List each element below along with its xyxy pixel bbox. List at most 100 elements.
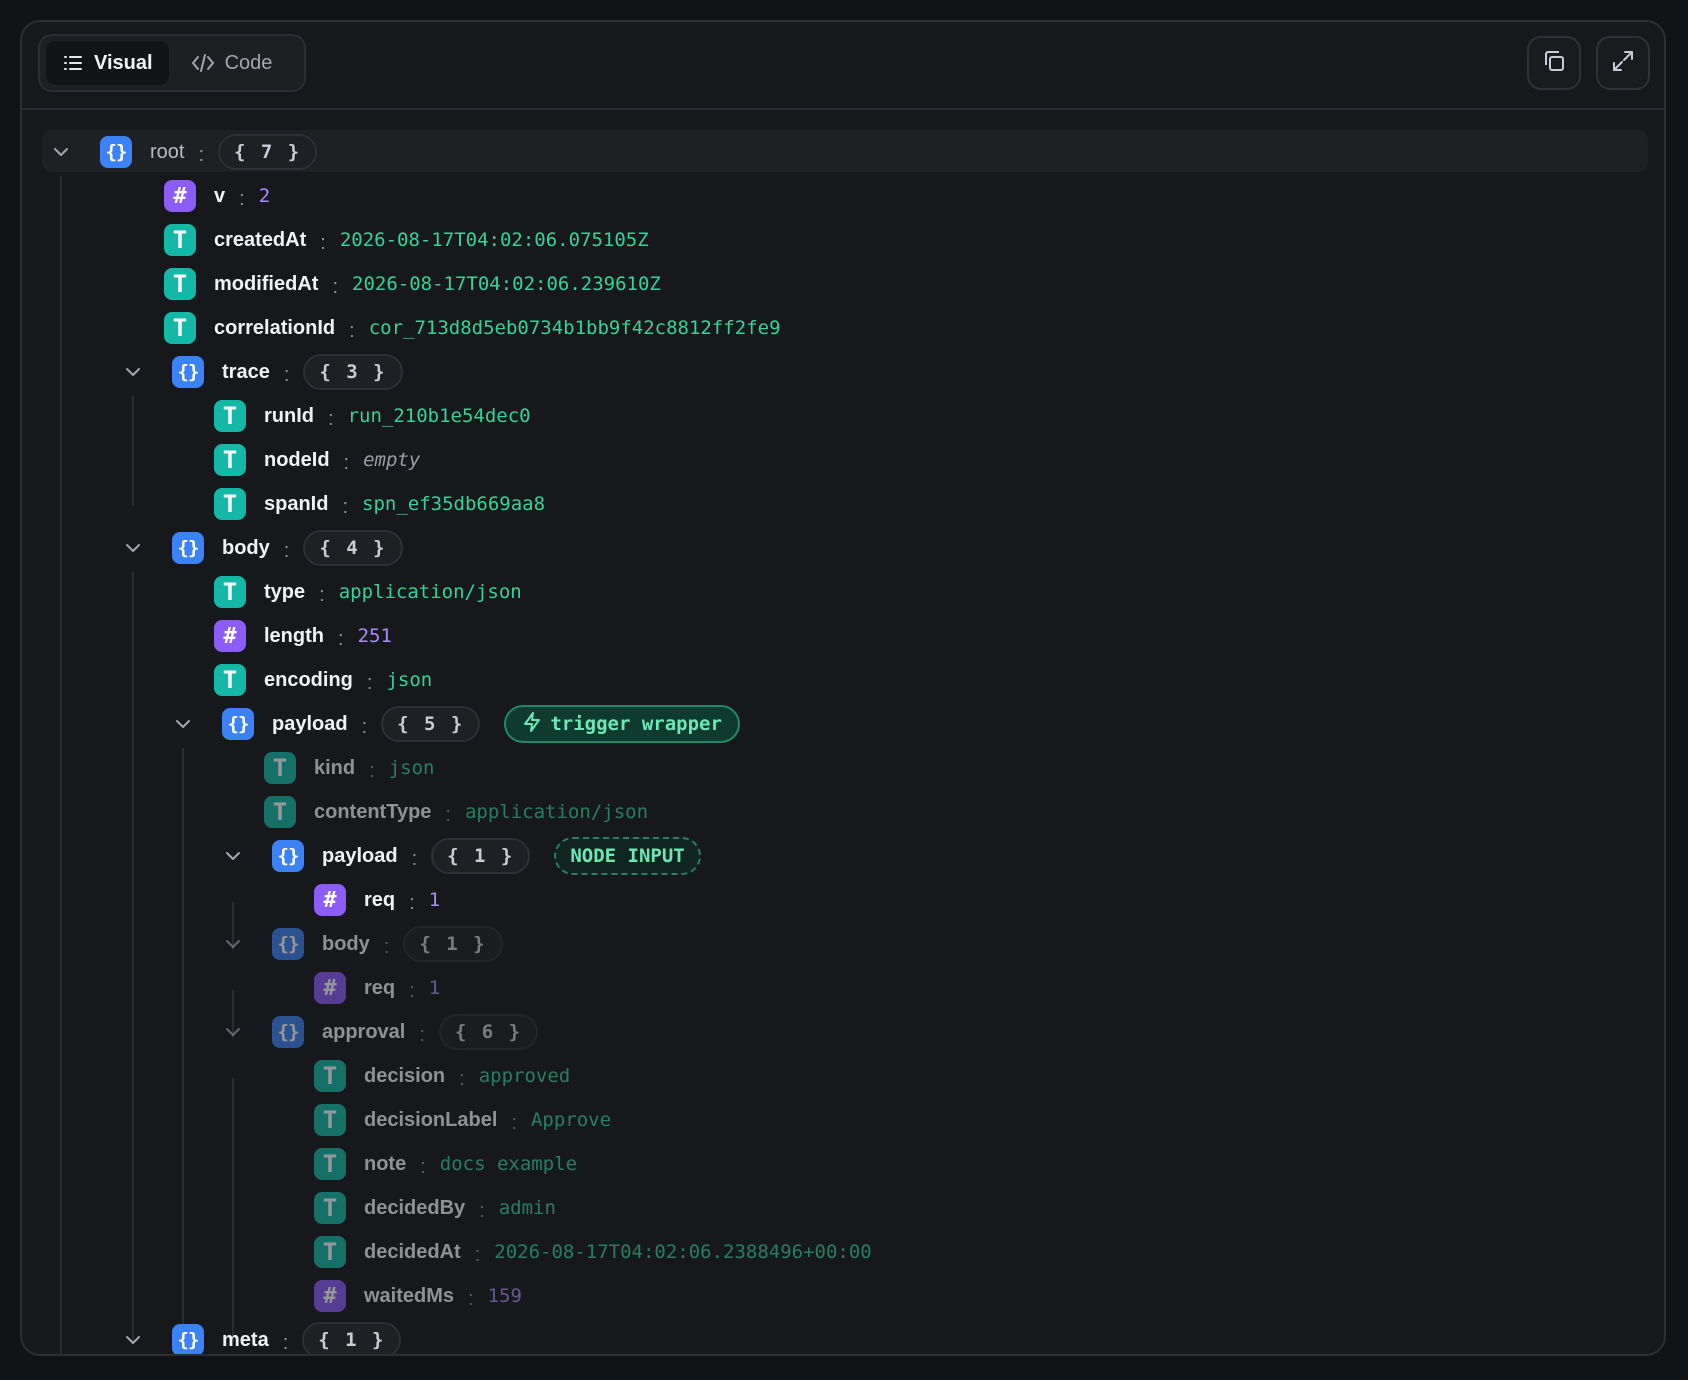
trigger-wrapper-tag: trigger wrapper	[504, 705, 740, 743]
tab-code[interactable]: Code	[175, 41, 289, 85]
colon: :	[198, 143, 205, 166]
guide-line	[232, 1078, 234, 1342]
node-key: contentType	[314, 800, 432, 823]
tree-row-body[interactable]: {} body : { 4 }	[122, 526, 403, 570]
tree-row-req[interactable]: # req : 1	[314, 878, 440, 922]
tree-row-root[interactable]: {} root : { 7 }	[50, 130, 318, 174]
string-type-icon: T	[264, 796, 296, 828]
node-value: run_210b1e54dec0	[347, 405, 531, 427]
object-type-icon: {}	[222, 708, 254, 740]
tree-row-encoding[interactable]: T encoding : json	[214, 658, 432, 702]
node-value: Approve	[530, 1109, 612, 1131]
tree-row-decisionLabel[interactable]: T decisionLabel : Approve	[314, 1098, 611, 1142]
node-key: runId	[264, 404, 314, 427]
colon: :	[420, 1155, 426, 1178]
string-type-icon: T	[314, 1192, 346, 1224]
node-key: trace	[222, 360, 270, 383]
child-count-badge: { 4 }	[303, 530, 403, 566]
node-value: spn_ef35db669aa8	[362, 493, 546, 515]
colon: :	[343, 451, 350, 474]
tree-row-body-inner[interactable]: {} body : { 1 }	[222, 922, 503, 966]
chevron-down-icon[interactable]	[50, 141, 72, 163]
string-type-icon: T	[164, 312, 196, 344]
tree-row-length[interactable]: # length : 251	[214, 614, 392, 658]
tree-row-runId[interactable]: T runId : run_210b1e54dec0	[214, 394, 531, 438]
node-value: approved	[478, 1065, 571, 1087]
chevron-down-icon[interactable]	[222, 933, 244, 955]
tree-row-nodeId[interactable]: T nodeId : empty	[214, 438, 420, 482]
number-type-icon: #	[314, 1280, 346, 1312]
guide-line	[60, 176, 62, 1354]
guide-line	[132, 572, 134, 1342]
node-key: nodeId	[264, 448, 330, 471]
node-value: 2026-08-17T04:02:06.2388496+00:00	[494, 1241, 872, 1263]
chevron-down-icon[interactable]	[122, 1329, 144, 1351]
chevron-down-icon[interactable]	[122, 361, 144, 383]
guide-line	[182, 748, 184, 1342]
tree-row-createdAt[interactable]: T createdAt : 2026-08-17T04:02:06.075105…	[164, 218, 649, 262]
tree-row-trace[interactable]: {} trace : { 3 }	[122, 350, 403, 394]
copy-button[interactable]	[1527, 36, 1581, 90]
node-key: spanId	[264, 492, 329, 515]
chevron-down-icon[interactable]	[172, 713, 194, 735]
colon: :	[409, 979, 415, 1002]
tree-row-waitedMs[interactable]: # waitedMs : 159	[314, 1274, 522, 1318]
node-key: type	[264, 580, 306, 603]
number-type-icon: #	[314, 972, 346, 1004]
tree-row-approval[interactable]: {} approval : { 6 }	[222, 1010, 539, 1054]
code-icon	[191, 52, 215, 74]
node-key: v	[214, 184, 226, 207]
tree-row-v[interactable]: # v : 2	[164, 174, 270, 218]
node-value: admin	[498, 1197, 556, 1219]
chevron-down-icon[interactable]	[222, 845, 244, 867]
node-key: modifiedAt	[214, 272, 319, 295]
node-value: 2026-08-17T04:02:06.075105Z	[339, 229, 649, 251]
tree-row-decidedAt[interactable]: T decidedAt : 2026-08-17T04:02:06.238849…	[314, 1230, 872, 1274]
colon: :	[511, 1111, 517, 1134]
tab-visual[interactable]: Visual	[46, 41, 169, 85]
tree-row-payload[interactable]: {} payload : { 5 } trigger wrapper	[172, 702, 740, 746]
tree-row-meta[interactable]: {} meta : { 1 }	[122, 1318, 402, 1354]
child-count-badge: { 1 }	[431, 838, 531, 874]
string-type-icon: T	[164, 224, 196, 256]
tree-row-payload-inner[interactable]: {} payload : { 1 } NODE INPUT	[222, 834, 701, 878]
node-value: 2026-08-17T04:02:06.239610Z	[352, 273, 661, 295]
child-count-badge: { 7 }	[218, 134, 318, 170]
copy-icon	[1541, 48, 1567, 79]
node-value: json	[388, 757, 435, 779]
node-key: body	[222, 536, 270, 559]
tab-code-label: Code	[224, 51, 273, 74]
colon: :	[239, 187, 245, 210]
node-key: decision	[364, 1064, 446, 1087]
colon: :	[283, 363, 290, 386]
chevron-down-icon[interactable]	[122, 537, 144, 559]
tree-row-decidedBy[interactable]: T decidedBy : admin	[314, 1186, 556, 1230]
colon: :	[338, 627, 344, 650]
node-key: body	[322, 932, 370, 955]
tree-row-kind[interactable]: T kind : json	[264, 746, 434, 790]
tree-row-modifiedAt[interactable]: T modifiedAt : 2026-08-17T04:02:06.23961…	[164, 262, 661, 306]
node-key: approval	[322, 1020, 406, 1043]
tree-row-req[interactable]: # req : 1	[314, 966, 440, 1010]
chevron-down-icon[interactable]	[222, 1021, 244, 1043]
tree-row-note[interactable]: T note : docs example	[314, 1142, 577, 1186]
trigger-wrapper-label: trigger wrapper	[550, 713, 722, 735]
colon: :	[479, 1199, 485, 1222]
tree-row-spanId[interactable]: T spanId : spn_ef35db669aa8	[214, 482, 545, 526]
expand-button[interactable]	[1596, 36, 1650, 90]
node-key: req	[364, 976, 396, 999]
object-type-icon: {}	[272, 840, 304, 872]
tree-row-decision[interactable]: T decision : approved	[314, 1054, 570, 1098]
tree-row-correlationId[interactable]: T correlationId : cor_713d8d5eb0734b1bb9…	[164, 306, 781, 350]
colon: :	[419, 1023, 425, 1046]
tree-row-contentType[interactable]: T contentType : application/json	[264, 790, 648, 834]
viewer-header: Visual Code	[22, 22, 1664, 110]
string-type-icon: T	[214, 444, 246, 476]
child-count-badge: { 1 }	[302, 1322, 402, 1354]
node-key: kind	[314, 756, 356, 779]
node-key: encoding	[264, 668, 353, 691]
string-type-icon: T	[164, 268, 196, 300]
colon: :	[342, 495, 349, 518]
tree-row-type[interactable]: T type : application/json	[214, 570, 522, 614]
node-key: decisionLabel	[364, 1108, 498, 1131]
